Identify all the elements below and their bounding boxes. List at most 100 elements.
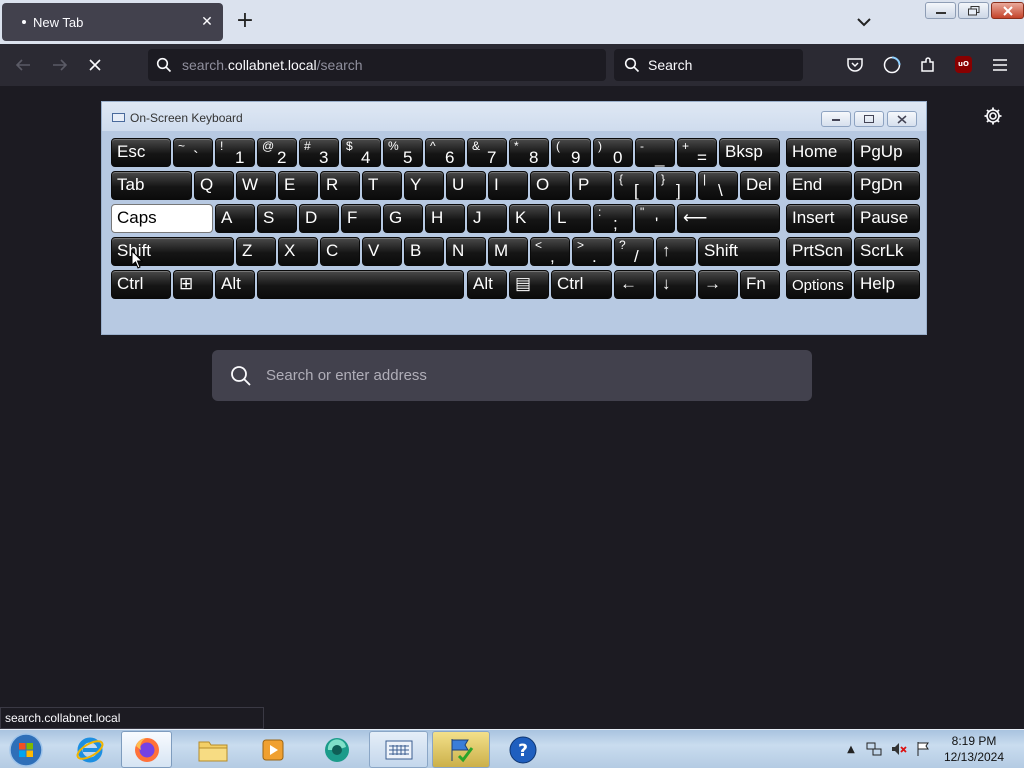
forward-arrow-icon[interactable] xyxy=(50,55,70,75)
key-.[interactable]: >. xyxy=(572,237,612,266)
key-f[interactable]: F xyxy=(341,204,381,233)
tab-key[interactable]: Tab xyxy=(111,171,192,200)
ctrl-key[interactable]: Ctrl xyxy=(551,270,612,299)
key-=[interactable]: + = xyxy=(677,138,717,167)
key-][interactable]: }] xyxy=(656,171,696,200)
esc-key[interactable]: Esc xyxy=(111,138,171,167)
tab-new-tab[interactable]: New Tab ✕ xyxy=(2,3,223,41)
key-u[interactable]: U xyxy=(446,171,486,200)
help-key[interactable]: Help xyxy=(854,270,920,299)
key-d[interactable]: D xyxy=(299,204,339,233)
action-center-taskbar-button[interactable] xyxy=(432,731,490,768)
minimize-window-button[interactable] xyxy=(925,2,956,19)
stop-loading-icon[interactable] xyxy=(85,55,105,75)
insert-key[interactable]: Insert xyxy=(786,204,852,233)
key-j[interactable]: J xyxy=(467,204,507,233)
alt-key[interactable]: Alt xyxy=(467,270,507,299)
key-9[interactable]: (9 xyxy=(551,138,591,167)
address-bar[interactable]: search.collabnet.local/search xyxy=(148,49,606,81)
search-bar[interactable]: Search xyxy=(614,49,803,81)
on-screen-keyboard-taskbar-button[interactable] xyxy=(369,731,428,768)
options-key[interactable]: Options xyxy=(786,270,852,299)
key-6[interactable]: ^ 6 xyxy=(425,138,465,167)
delete-key[interactable]: Del xyxy=(740,171,780,200)
ublock-origin-icon[interactable]: uO xyxy=(955,56,972,73)
home-key[interactable]: Home xyxy=(786,138,852,167)
key-/[interactable]: ? / xyxy=(614,237,654,266)
key-n[interactable]: N xyxy=(446,237,486,266)
key-7[interactable]: & 7 xyxy=(467,138,507,167)
restore-window-button[interactable] xyxy=(958,2,989,19)
pocket-icon[interactable] xyxy=(845,55,865,75)
page-search-input[interactable]: Search or enter address xyxy=(212,350,812,401)
windows-start-button[interactable] xyxy=(6,732,46,768)
end-key[interactable]: End xyxy=(786,171,852,200)
alt-key[interactable]: Alt xyxy=(215,270,255,299)
key-\[interactable]: | \ xyxy=(698,171,738,200)
key-_[interactable]: - _ xyxy=(635,138,675,167)
key-,[interactable]: <, xyxy=(530,237,570,266)
key-c[interactable]: C xyxy=(320,237,360,266)
browser-app-icon[interactable] xyxy=(316,731,358,768)
print-screen-key[interactable]: PrtScn xyxy=(786,237,852,266)
url-text[interactable]: search.collabnet.local/search xyxy=(182,57,363,73)
close-tab-icon[interactable]: ✕ xyxy=(199,14,215,30)
network-icon[interactable] xyxy=(866,740,882,758)
hamburger-menu-icon[interactable] xyxy=(990,55,1010,75)
arrow-left-key[interactable]: ← xyxy=(614,270,654,299)
close-window-button[interactable] xyxy=(991,2,1024,19)
osk-title-bar[interactable]: On-Screen Keyboard xyxy=(102,102,926,131)
key-x[interactable]: X xyxy=(278,237,318,266)
key-e[interactable]: E xyxy=(278,171,318,200)
back-arrow-icon[interactable] xyxy=(13,55,33,75)
key-1[interactable]: ! 1 xyxy=(215,138,255,167)
key-q[interactable]: Q xyxy=(194,171,234,200)
osk-minimize-button[interactable] xyxy=(821,111,851,127)
key-h[interactable]: H xyxy=(425,204,465,233)
key-i[interactable]: I xyxy=(488,171,528,200)
key-3[interactable]: #3 xyxy=(299,138,339,167)
internet-explorer-icon[interactable] xyxy=(70,731,110,768)
key-`[interactable]: ~ ` xyxy=(173,138,213,167)
show-hidden-icons-chevron-up-icon[interactable]: ▲ xyxy=(843,740,859,758)
scroll-lock-key[interactable]: ScrLk xyxy=(854,237,920,266)
shift-key[interactable]: Shift xyxy=(698,237,780,266)
key-0[interactable]: ) 0 xyxy=(593,138,633,167)
key-t[interactable]: T xyxy=(362,171,402,200)
extensions-puzzle-icon[interactable] xyxy=(918,55,938,75)
key-5[interactable]: % 5 xyxy=(383,138,423,167)
media-player-icon[interactable] xyxy=(253,731,293,768)
action-center-flag-icon[interactable] xyxy=(915,740,931,758)
shift-key[interactable]: Shift xyxy=(111,237,234,266)
key-w[interactable]: W xyxy=(236,171,276,200)
page-down-key[interactable]: PgDn xyxy=(854,171,920,200)
key-o[interactable]: O xyxy=(530,171,570,200)
space-key[interactable] xyxy=(257,270,464,299)
list-all-tabs-chevron-down-icon[interactable] xyxy=(854,12,874,32)
key-g[interactable]: G xyxy=(383,204,423,233)
arrow-up-key[interactable]: ↑ xyxy=(656,237,696,266)
key-'[interactable]: " ' xyxy=(635,204,675,233)
key-a[interactable]: A xyxy=(215,204,255,233)
file-explorer-icon[interactable] xyxy=(190,731,236,768)
firefox-taskbar-button[interactable] xyxy=(121,731,172,768)
key-l[interactable]: L xyxy=(551,204,591,233)
key-4[interactable]: $4 xyxy=(341,138,381,167)
key-r[interactable]: R xyxy=(320,171,360,200)
help-icon[interactable]: ? xyxy=(503,731,543,768)
key-k[interactable]: K xyxy=(509,204,549,233)
key-p[interactable]: P xyxy=(572,171,612,200)
key-z[interactable]: Z xyxy=(236,237,276,266)
key-[[interactable]: {[ xyxy=(614,171,654,200)
windows-key[interactable]: ⊞ xyxy=(173,270,213,299)
key-;[interactable]: :; xyxy=(593,204,633,233)
customize-gear-icon[interactable] xyxy=(983,106,1003,126)
key-8[interactable]: * 8 xyxy=(509,138,549,167)
fn-key[interactable]: Fn xyxy=(740,270,780,299)
key-y[interactable]: Y xyxy=(404,171,444,200)
key-m[interactable]: M xyxy=(488,237,528,266)
pause-key[interactable]: Pause xyxy=(854,204,920,233)
menu-key[interactable]: ▤ xyxy=(509,270,549,299)
system-clock[interactable]: 8:19 PM 12/13/2024 xyxy=(932,733,1016,765)
ctrl-key[interactable]: Ctrl xyxy=(111,270,171,299)
